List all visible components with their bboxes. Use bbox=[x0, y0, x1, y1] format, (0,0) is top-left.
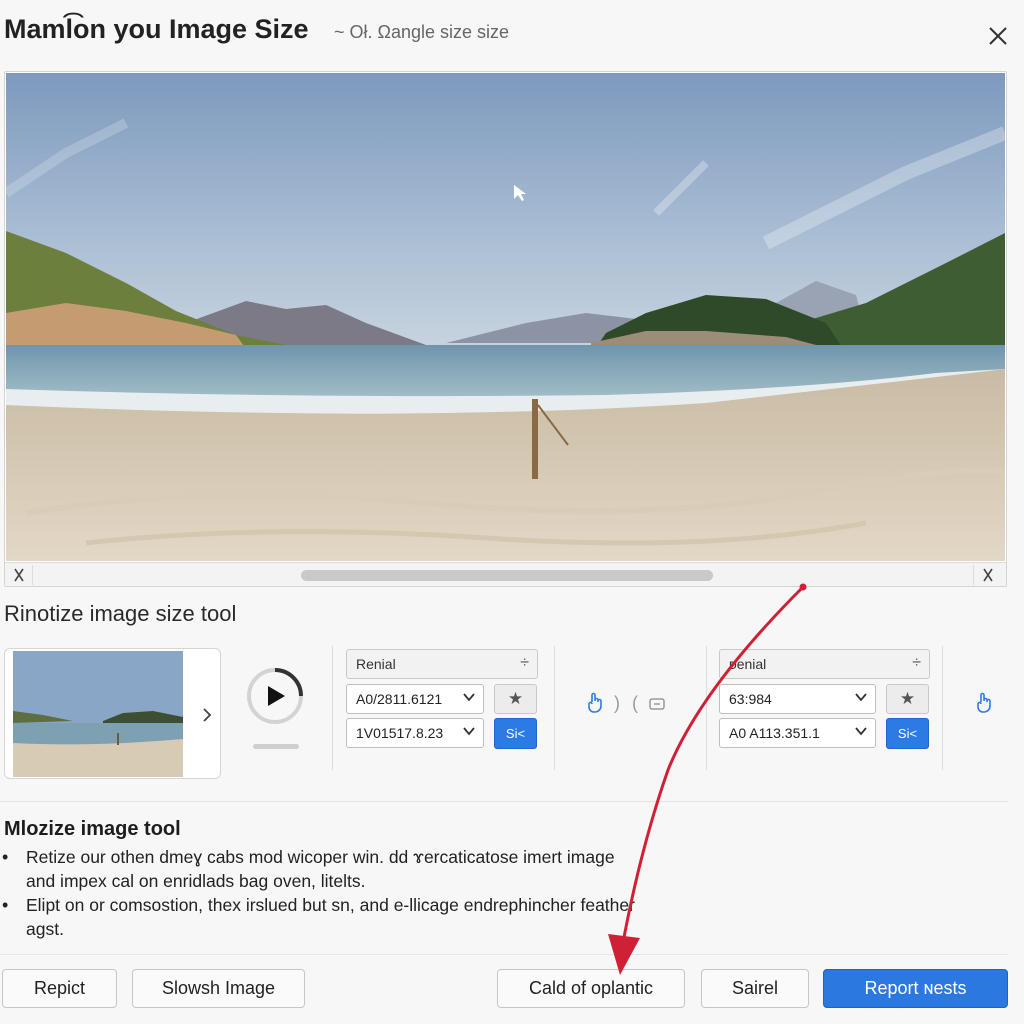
chevron-down-icon bbox=[463, 727, 475, 736]
collapse-arrows-icon bbox=[14, 568, 24, 582]
cald-of-oplantic-button[interactable]: Cald of oplantic bbox=[497, 969, 685, 1008]
beach-image bbox=[6, 73, 1005, 561]
height-value-2: A0 A113.351.1 bbox=[729, 725, 820, 741]
hand-pointer-icon[interactable] bbox=[585, 692, 605, 714]
apply-size-button[interactable]: Si< bbox=[494, 718, 537, 749]
size-preset-label-2: ᴅenial bbox=[729, 656, 767, 672]
dialog-subtitle: ~ Oł. Ωangle size size bbox=[334, 22, 510, 42]
height-value: 1V01517.8.23 bbox=[356, 725, 444, 741]
repict-button[interactable]: Repict bbox=[2, 969, 117, 1008]
chain-link-icon[interactable] bbox=[648, 696, 666, 712]
hand-pointer-icon[interactable] bbox=[974, 692, 994, 714]
star-icon: ★ bbox=[507, 689, 524, 708]
favorite-button[interactable]: ★ bbox=[494, 684, 537, 714]
list-item: Elipt on or comsostion, thex irslued but… bbox=[0, 893, 640, 941]
divider bbox=[706, 646, 707, 770]
chevron-right-icon bbox=[203, 708, 212, 722]
height-select[interactable]: 1V01517.8.23 bbox=[346, 718, 484, 748]
divider bbox=[0, 954, 1008, 955]
progress-indicator bbox=[253, 744, 299, 749]
section-title: Rinotize image size tool bbox=[4, 601, 237, 626]
width-value: A0/2811.6121 bbox=[356, 691, 443, 707]
scroll-left-button[interactable] bbox=[7, 565, 33, 585]
list-item: Retize our othen dmeɣ cabs mod wicoper w… bbox=[0, 845, 640, 893]
collapse-arrows-icon bbox=[983, 568, 993, 582]
sort-icon: ÷ bbox=[912, 654, 921, 671]
play-button[interactable] bbox=[245, 666, 305, 726]
divider bbox=[332, 646, 333, 770]
horizontal-scrollbar[interactable] bbox=[5, 562, 1006, 586]
scrollbar-thumb[interactable] bbox=[301, 570, 713, 581]
thumbnail-next-button[interactable] bbox=[197, 705, 217, 725]
chevron-down-icon bbox=[463, 693, 475, 702]
report-nests-button[interactable]: Report ɴests bbox=[823, 969, 1008, 1008]
description-list: Retize our othen dmeɣ cabs mod wicoper w… bbox=[0, 845, 640, 941]
favorite-button-2[interactable]: ★ bbox=[886, 684, 929, 714]
divider bbox=[554, 646, 555, 770]
size-toolbar: Renial ÷ A0/2811.6121 ★ 1V01517.8.23 Si<… bbox=[0, 640, 1024, 790]
play-icon bbox=[247, 668, 303, 724]
thumbnail-image bbox=[13, 651, 183, 777]
size-preset-label: Renial bbox=[356, 656, 396, 672]
chevron-down-icon bbox=[855, 727, 867, 736]
close-icon bbox=[989, 27, 1007, 45]
image-preview bbox=[4, 71, 1007, 587]
chevron-down-icon bbox=[855, 693, 867, 702]
sairel-button[interactable]: Sairel bbox=[701, 969, 809, 1008]
link-bracket-icon: ) bbox=[614, 693, 620, 713]
width-value-2: 63:984 bbox=[729, 691, 772, 707]
width-select-2[interactable]: 63:984 bbox=[719, 684, 876, 714]
sort-icon: ÷ bbox=[520, 654, 529, 671]
divider bbox=[942, 646, 943, 770]
height-select-2[interactable]: A0 A113.351.1 bbox=[719, 718, 876, 748]
star-icon: ★ bbox=[899, 689, 916, 708]
close-button[interactable] bbox=[982, 20, 1014, 52]
title-bar: Maml͡on you Image Size ~ Oł. Ωangle size… bbox=[0, 0, 1024, 66]
link-bracket-icon: ( bbox=[632, 693, 638, 713]
slowsh-image-button[interactable]: Slowsh Image bbox=[132, 969, 305, 1008]
thumbnail-card[interactable] bbox=[4, 648, 221, 779]
description-title: Mlozize image tool bbox=[4, 818, 181, 840]
size-preset-header-2[interactable]: ᴅenial ÷ bbox=[719, 649, 930, 679]
apply-size-button-2[interactable]: Si< bbox=[886, 718, 929, 749]
width-select[interactable]: A0/2811.6121 bbox=[346, 684, 484, 714]
size-preset-header[interactable]: Renial ÷ bbox=[346, 649, 538, 679]
dialog-title: Maml͡on you Image Size bbox=[4, 14, 309, 44]
divider bbox=[0, 801, 1008, 802]
scroll-right-button[interactable] bbox=[973, 565, 1003, 585]
